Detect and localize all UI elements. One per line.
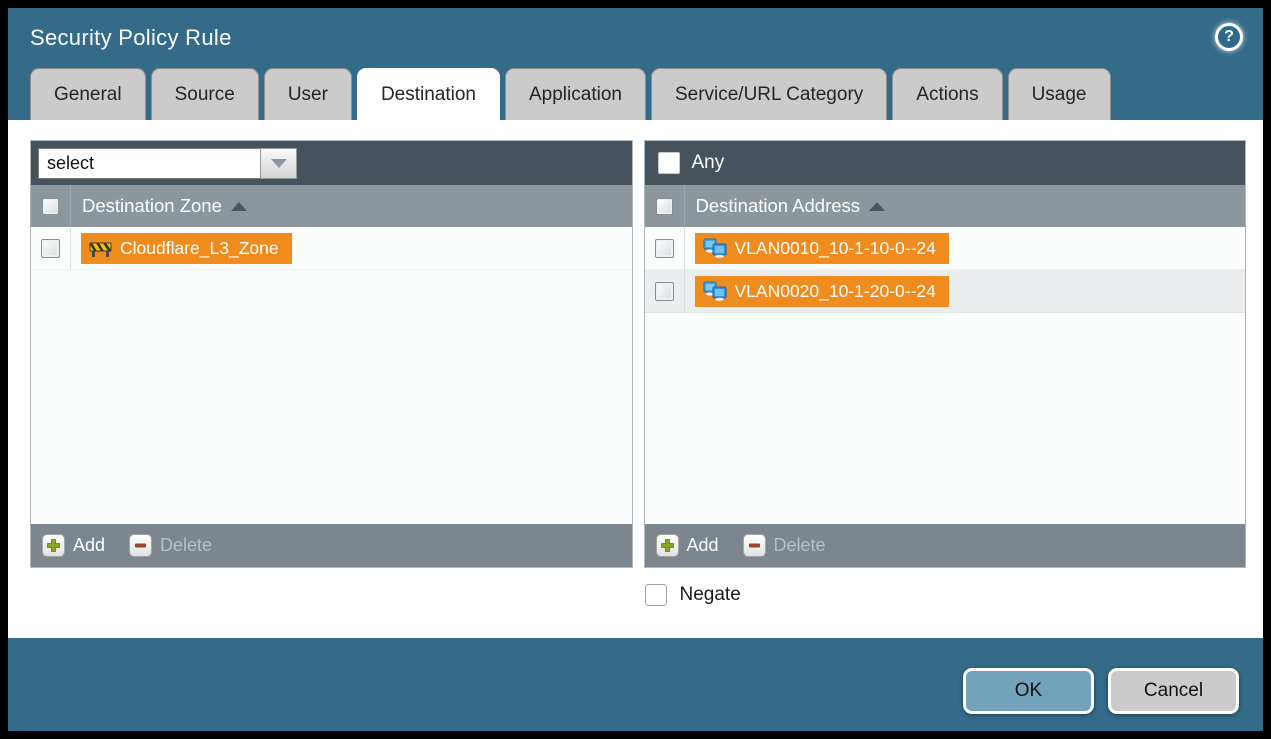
zone-select-all-checkbox[interactable]: [42, 198, 59, 215]
zone-panel-footer: Add Delete: [31, 524, 632, 567]
address-delete-button[interactable]: Delete: [743, 534, 826, 557]
negate-label: Negate: [680, 584, 741, 606]
delete-minus-icon: [743, 534, 766, 557]
any-label: Any: [692, 152, 725, 174]
address-list: VLAN0010_10-1-10-0--24: [645, 227, 1246, 524]
zone-delete-label: Delete: [160, 535, 212, 556]
tab-general[interactable]: General: [30, 68, 146, 120]
delete-minus-icon: [129, 534, 152, 557]
address-panel-footer: Add Delete: [645, 524, 1246, 567]
zone-add-button[interactable]: Add: [42, 534, 105, 557]
address-add-label: Add: [687, 535, 719, 556]
tab-bar: General Source User Destination Applicat…: [8, 68, 1263, 120]
address-delete-label: Delete: [774, 535, 826, 556]
tab-source[interactable]: Source: [151, 68, 259, 120]
address-add-button[interactable]: Add: [656, 534, 719, 557]
destination-zone-panel: Destination Zone: [30, 140, 633, 568]
table-row[interactable]: Cloudflare_L3_Zone: [31, 227, 632, 270]
dialog-titlebar: Security Policy Rule ?: [8, 8, 1263, 68]
tab-application[interactable]: Application: [505, 68, 646, 120]
zone-select-dropdown-button[interactable]: [260, 148, 297, 179]
zone-add-label: Add: [73, 535, 105, 556]
chevron-down-icon: [271, 159, 287, 168]
table-row[interactable]: VLAN0010_10-1-10-0--24: [645, 227, 1246, 270]
negate-row: Negate: [30, 584, 1246, 606]
add-plus-icon: [656, 534, 679, 557]
address-row-checkbox[interactable]: [655, 282, 674, 301]
negate-checkbox[interactable]: [645, 584, 667, 606]
sort-ascending-icon: [231, 202, 247, 211]
ok-button[interactable]: OK: [963, 668, 1094, 714]
address-icon: [703, 238, 727, 258]
tab-destination[interactable]: Destination: [357, 68, 500, 120]
address-icon: [703, 281, 727, 301]
dialog-footer: OK Cancel: [8, 638, 1263, 731]
address-item[interactable]: VLAN0010_10-1-10-0--24: [695, 233, 949, 264]
address-panel-toolbar: Any: [645, 141, 1246, 185]
zone-item-label: Cloudflare_L3_Zone: [120, 238, 279, 259]
help-icon[interactable]: ?: [1215, 23, 1243, 51]
tab-actions[interactable]: Actions: [892, 68, 1002, 120]
zone-column-label: Destination Zone: [82, 195, 222, 217]
zone-list: Cloudflare_L3_Zone: [31, 227, 632, 524]
address-row-checkbox[interactable]: [655, 239, 674, 258]
zone-select-input[interactable]: [38, 148, 260, 179]
zone-row-checkbox[interactable]: [41, 239, 60, 258]
address-column-header[interactable]: Destination Address: [645, 185, 1246, 227]
tab-user[interactable]: User: [264, 68, 352, 120]
table-row[interactable]: VLAN0020_10-1-20-0--24: [645, 270, 1246, 313]
address-column-label: Destination Address: [696, 195, 861, 217]
cancel-button[interactable]: Cancel: [1108, 668, 1239, 714]
address-item-label: VLAN0010_10-1-10-0--24: [735, 238, 936, 259]
dialog-title: Security Policy Rule: [30, 25, 232, 51]
tab-content-destination: Destination Zone: [8, 120, 1263, 638]
zone-select-combo: [38, 148, 297, 179]
any-checkbox[interactable]: [658, 152, 680, 174]
add-plus-icon: [42, 534, 65, 557]
zone-column-header[interactable]: Destination Zone: [31, 185, 632, 227]
destination-address-panel: Any Destination Address: [644, 140, 1247, 568]
zone-icon: [89, 240, 112, 257]
tab-usage[interactable]: Usage: [1008, 68, 1111, 120]
zone-delete-button[interactable]: Delete: [129, 534, 212, 557]
address-item-label: VLAN0020_10-1-20-0--24: [735, 281, 936, 302]
sort-ascending-icon: [869, 202, 885, 211]
address-item[interactable]: VLAN0020_10-1-20-0--24: [695, 276, 949, 307]
security-policy-rule-dialog: Security Policy Rule ? General Source Us…: [8, 8, 1263, 731]
zone-item[interactable]: Cloudflare_L3_Zone: [81, 233, 292, 264]
tab-service-url-category[interactable]: Service/URL Category: [651, 68, 887, 120]
zone-panel-toolbar: [31, 141, 632, 185]
address-select-all-checkbox[interactable]: [656, 198, 673, 215]
